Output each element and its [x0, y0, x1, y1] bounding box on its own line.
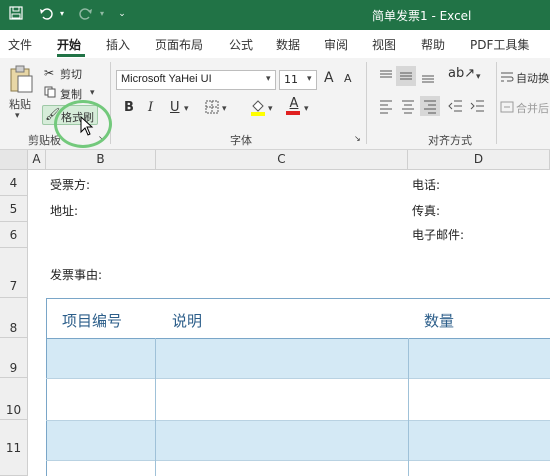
decrease-indent-icon[interactable] [448, 98, 464, 117]
window-title: 简单发票1 - Excel [372, 9, 472, 23]
tab-file[interactable]: 文件 [8, 36, 32, 53]
underline-dropdown-icon[interactable]: ▾ [184, 104, 189, 114]
row-header-11[interactable]: 11 [0, 420, 28, 476]
table-divider [46, 420, 550, 421]
cut-icon[interactable]: ✂ [44, 66, 54, 80]
select-all-corner[interactable] [0, 150, 28, 170]
active-tab-indicator [57, 54, 85, 57]
paste-icon[interactable] [8, 64, 34, 97]
increase-indent-icon[interactable] [470, 98, 486, 117]
align-right-icon[interactable] [420, 96, 440, 116]
tab-pdf-tools[interactable]: PDF工具集 [470, 36, 529, 53]
redo-dropdown-icon[interactable]: ▾ [94, 6, 110, 22]
row-header-7[interactable]: 7 [0, 248, 28, 298]
paste-dropdown-icon[interactable]: ▾ [15, 111, 20, 121]
align-left-icon[interactable] [378, 98, 394, 117]
font-color-dropdown-icon[interactable]: ▾ [304, 104, 309, 114]
cut-button[interactable]: 剪切 [60, 66, 82, 82]
font-dialog-launcher-icon[interactable]: ↘ [354, 134, 361, 143]
copy-icon[interactable] [44, 86, 56, 101]
alignment-group-label: 对齐方式 [428, 134, 472, 147]
row-header-10[interactable]: 10 [0, 378, 28, 420]
tab-page-layout[interactable]: 页面布局 [155, 36, 203, 53]
tab-formulas[interactable]: 公式 [229, 36, 253, 53]
borders-dropdown-icon[interactable]: ▾ [222, 104, 227, 114]
row-header-9[interactable]: 9 [0, 338, 28, 378]
font-name-input[interactable]: Microsoft YaHei UI [116, 70, 276, 90]
font-color-icon[interactable]: A [286, 96, 302, 115]
header-description: 说明 [172, 312, 203, 330]
italic-icon[interactable]: I [148, 100, 153, 115]
customize-qat-icon[interactable]: ⌄ [114, 6, 130, 22]
invoice-reason-label: 发票事由: [50, 268, 103, 282]
group-separator [366, 62, 367, 144]
fax-label: 传真: [412, 204, 441, 218]
save-icon[interactable] [8, 6, 24, 22]
align-middle-icon[interactable] [396, 66, 416, 86]
title-bar: ▾ ▾ ⌄ 简单发票1 - Excel [0, 0, 550, 30]
copy-dropdown-icon[interactable]: ▾ [90, 88, 95, 98]
row-header-4[interactable]: 4 [0, 170, 28, 196]
ribbon-tabs: 文件 开始 插入 页面布局 公式 数据 审阅 视图 帮助 PDF工具集 [0, 30, 550, 58]
font-color-swatch [286, 111, 300, 115]
decrease-font-size-icon[interactable]: A [344, 72, 352, 85]
tab-home[interactable]: 开始 [57, 36, 81, 53]
align-top-icon[interactable] [378, 68, 394, 87]
email-label: 电子邮件: [412, 228, 465, 242]
bold-icon[interactable]: B [124, 100, 134, 115]
merge-center-button[interactable]: 合并后 [516, 100, 549, 116]
fill-color-dropdown-icon[interactable]: ▾ [268, 104, 273, 114]
table-divider [46, 460, 550, 461]
tab-insert[interactable]: 插入 [106, 36, 130, 53]
buyer-label: 受票方: [50, 178, 91, 192]
table-divider [155, 338, 156, 476]
orientation-dropdown-icon[interactable]: ▾ [476, 72, 481, 82]
underline-icon[interactable]: U [170, 100, 180, 115]
fill-color-icon[interactable] [250, 98, 266, 119]
align-bottom-icon[interactable] [420, 68, 436, 87]
tab-data[interactable]: 数据 [276, 36, 300, 53]
address-label: 地址: [50, 204, 79, 218]
merge-center-icon[interactable] [500, 100, 514, 117]
table-divider [46, 378, 550, 379]
row-header-5[interactable]: 5 [0, 196, 28, 222]
wrap-text-button[interactable]: 自动换 [516, 70, 549, 86]
font-color-label: A [289, 96, 299, 111]
paste-label[interactable]: 粘贴 [9, 96, 31, 112]
header-item-number: 项目编号 [62, 312, 123, 330]
column-header-b[interactable]: B [46, 150, 156, 170]
column-header-d[interactable]: D [408, 150, 550, 170]
borders-icon[interactable] [205, 100, 219, 117]
wrap-text-icon[interactable] [500, 70, 514, 87]
font-size-dropdown-icon[interactable]: ▾ [307, 74, 312, 84]
column-header-a[interactable]: A [28, 150, 46, 170]
font-name-dropdown-icon[interactable]: ▾ [266, 74, 271, 84]
orientation-icon[interactable]: ab↗ [448, 66, 475, 81]
tab-help[interactable]: 帮助 [421, 36, 445, 53]
column-header-c[interactable]: C [156, 150, 408, 170]
undo-dropdown-icon[interactable]: ▾ [54, 6, 70, 22]
increase-font-size-icon[interactable]: A [324, 70, 334, 86]
phone-label: 电话: [412, 178, 441, 192]
header-quantity: 数量 [424, 312, 455, 330]
table-divider [408, 338, 409, 476]
redo-icon[interactable] [78, 6, 94, 22]
table-divider [46, 338, 550, 339]
tab-review[interactable]: 审阅 [324, 36, 348, 53]
tab-view[interactable]: 视图 [372, 36, 396, 53]
font-group-label: 字体 [230, 134, 252, 147]
align-center-icon[interactable] [400, 98, 416, 117]
undo-icon[interactable] [38, 6, 54, 22]
row-header-8[interactable]: 8 [0, 298, 28, 338]
mouse-cursor-icon [80, 115, 94, 136]
row-header-6[interactable]: 6 [0, 222, 28, 248]
group-separator [496, 62, 497, 144]
